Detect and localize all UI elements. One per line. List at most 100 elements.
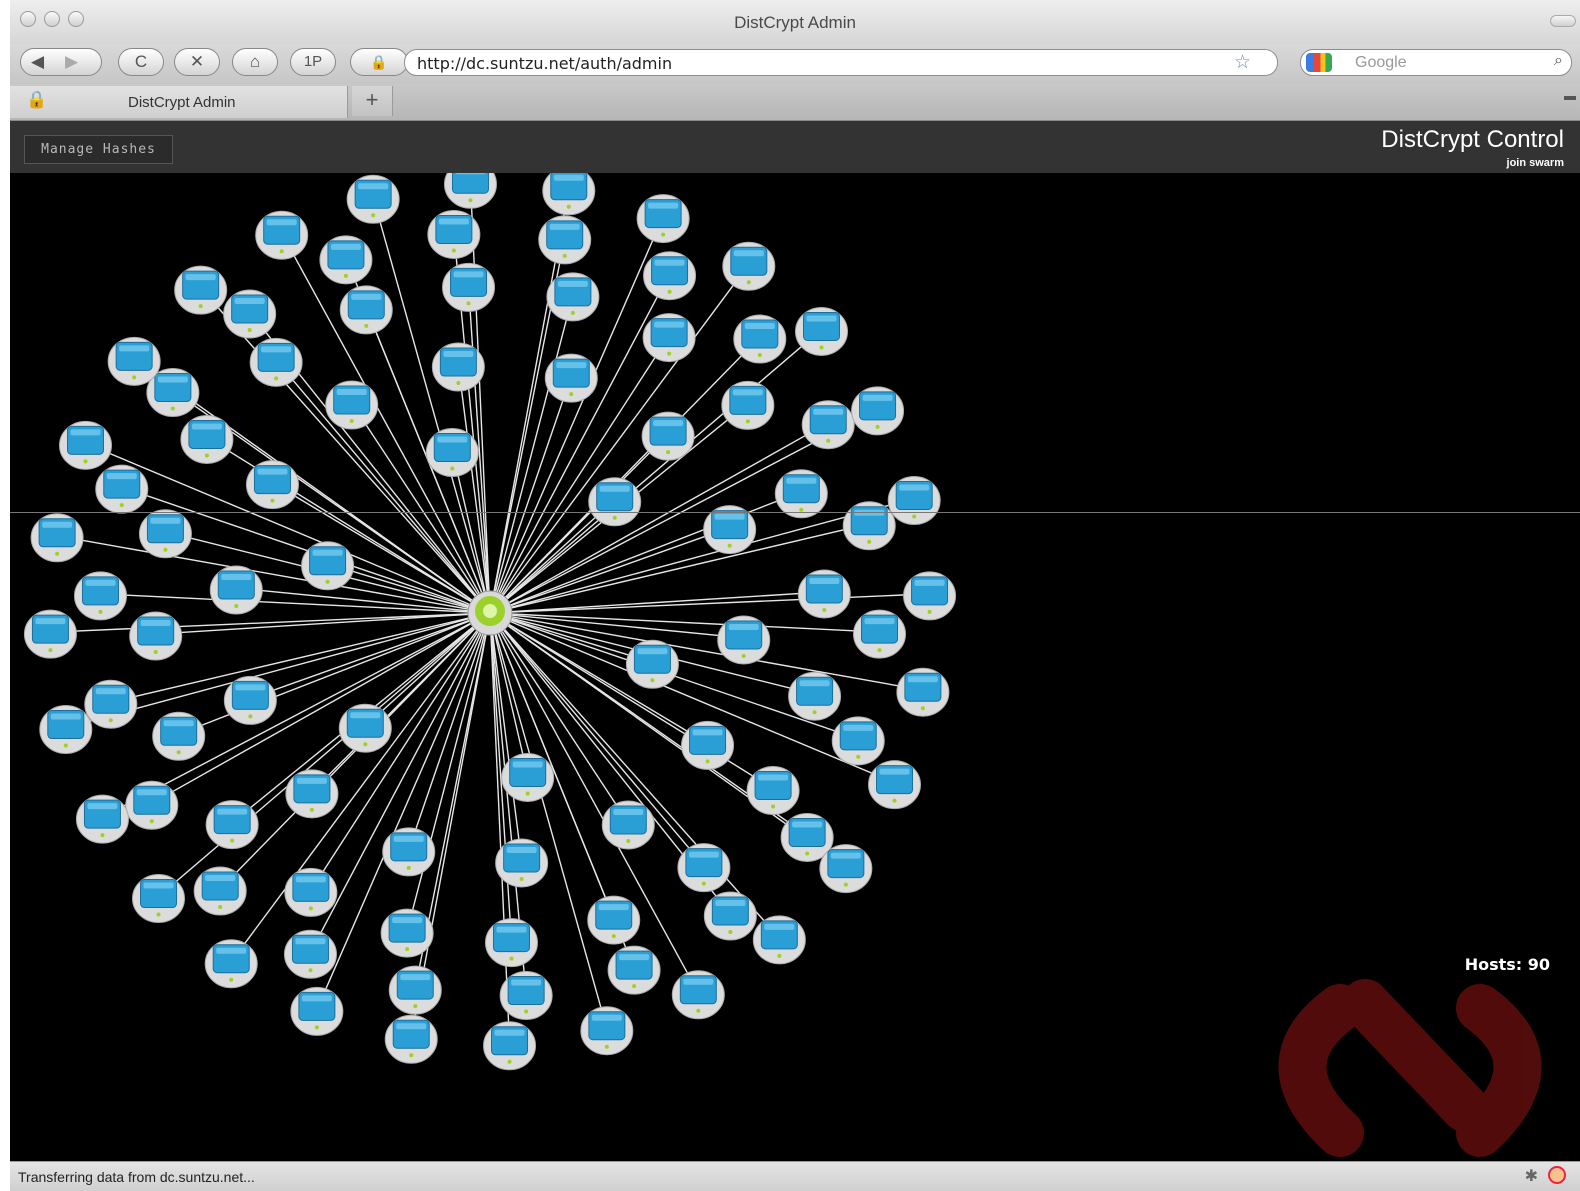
imac-computer-icon[interactable] xyxy=(346,174,400,224)
imac-computer-icon[interactable] xyxy=(681,720,735,770)
imac-computer-icon[interactable] xyxy=(205,800,259,850)
imac-computer-icon[interactable] xyxy=(284,867,338,917)
imac-computer-icon[interactable] xyxy=(887,475,941,525)
imac-computer-icon[interactable] xyxy=(223,675,277,725)
imac-computer-icon[interactable] xyxy=(703,891,757,941)
imac-computer-icon[interactable] xyxy=(431,342,485,392)
reload-button[interactable]: C xyxy=(118,48,164,76)
imac-computer-icon[interactable] xyxy=(499,971,553,1021)
imac-computer-icon[interactable] xyxy=(774,469,828,519)
imac-computer-icon[interactable] xyxy=(819,844,873,894)
imac-computer-icon[interactable] xyxy=(677,843,731,893)
imac-computer-icon[interactable] xyxy=(138,509,192,559)
imac-computer-icon[interactable] xyxy=(388,965,442,1015)
imac-computer-icon[interactable] xyxy=(587,895,641,945)
imac-computer-icon[interactable] xyxy=(794,306,848,356)
imac-computer-icon[interactable] xyxy=(851,386,905,436)
noscript-icon[interactable] xyxy=(1548,1166,1566,1184)
imac-computer-icon[interactable] xyxy=(625,639,679,689)
imac-computer-icon[interactable] xyxy=(301,541,355,591)
imac-computer-icon[interactable] xyxy=(209,565,263,615)
imac-computer-icon[interactable] xyxy=(95,464,149,514)
imac-computer-icon[interactable] xyxy=(125,780,179,830)
imac-computer-icon[interactable] xyxy=(425,428,479,478)
join-swarm-link[interactable]: join swarm xyxy=(1507,157,1564,169)
imac-computer-icon[interactable] xyxy=(483,1021,537,1071)
imac-computer-icon[interactable] xyxy=(797,569,851,619)
imac-computer-icon[interactable] xyxy=(643,251,697,301)
stop-button[interactable]: ✕ xyxy=(174,48,220,76)
imac-computer-icon[interactable] xyxy=(255,210,309,260)
toolbar-toggle-button[interactable] xyxy=(1550,15,1576,27)
search-icon[interactable]: ⌕ xyxy=(1554,52,1563,70)
imac-computer-icon[interactable] xyxy=(831,716,885,766)
imac-computer-icon[interactable] xyxy=(73,571,127,621)
imac-computer-icon[interactable] xyxy=(338,703,392,753)
imac-computer-icon[interactable] xyxy=(752,915,806,965)
imac-computer-icon[interactable] xyxy=(580,1006,634,1056)
firebug-icon[interactable]: ✱ xyxy=(1525,1166,1538,1186)
imac-computer-icon[interactable] xyxy=(290,986,344,1036)
search-placeholder[interactable]: Google xyxy=(1355,54,1407,72)
imac-computer-icon[interactable] xyxy=(443,173,497,209)
imac-computer-icon[interactable] xyxy=(495,838,549,888)
imac-computer-icon[interactable] xyxy=(641,411,695,461)
imac-computer-icon[interactable] xyxy=(75,794,129,844)
imac-computer-icon[interactable] xyxy=(671,970,725,1020)
url-bar[interactable]: http://dc.suntzu.net/auth/admin ☆ xyxy=(404,49,1278,76)
imac-computer-icon[interactable] xyxy=(501,752,555,802)
imac-computer-icon[interactable] xyxy=(384,1014,438,1064)
imac-computer-icon[interactable] xyxy=(607,945,661,995)
imac-computer-icon[interactable] xyxy=(484,918,538,968)
imac-computer-icon[interactable] xyxy=(174,265,228,315)
bookmark-star-icon[interactable]: ☆ xyxy=(1234,51,1251,74)
home-button[interactable]: ⌂ xyxy=(232,48,278,76)
search-box[interactable]: Google ⌕ xyxy=(1300,49,1572,76)
imac-computer-icon[interactable] xyxy=(868,760,922,810)
imac-computer-icon[interactable] xyxy=(152,711,206,761)
imac-computer-icon[interactable] xyxy=(788,671,842,721)
imac-computer-icon[interactable] xyxy=(319,235,373,285)
imac-computer-icon[interactable] xyxy=(538,215,592,265)
url-text[interactable]: http://dc.suntzu.net/auth/admin xyxy=(417,54,672,73)
imac-computer-icon[interactable] xyxy=(588,477,642,527)
google-engine-icon[interactable] xyxy=(1306,53,1332,72)
imac-computer-icon[interactable] xyxy=(546,272,600,322)
imac-computer-icon[interactable] xyxy=(129,611,183,661)
onepassword-button[interactable]: 1P xyxy=(290,48,336,76)
imac-computer-icon[interactable] xyxy=(107,336,161,386)
imac-computer-icon[interactable] xyxy=(245,460,299,510)
imac-computer-icon[interactable] xyxy=(249,337,303,387)
imac-computer-icon[interactable] xyxy=(193,866,247,916)
imac-computer-icon[interactable] xyxy=(23,609,77,659)
imac-computer-icon[interactable] xyxy=(39,705,93,755)
imac-computer-icon[interactable] xyxy=(58,420,112,470)
tab-distcrypt-admin[interactable]: 🔒 DistCrypt Admin xyxy=(10,86,348,118)
imac-computer-icon[interactable] xyxy=(283,929,337,979)
imac-computer-icon[interactable] xyxy=(544,353,598,403)
imac-computer-icon[interactable] xyxy=(380,908,434,958)
imac-computer-icon[interactable] xyxy=(601,800,655,850)
imac-computer-icon[interactable] xyxy=(801,400,855,450)
imac-computer-icon[interactable] xyxy=(733,314,787,364)
tab-list-icon[interactable] xyxy=(1564,96,1576,100)
imac-computer-icon[interactable] xyxy=(180,414,234,464)
imac-computer-icon[interactable] xyxy=(442,262,496,312)
site-identity-button[interactable]: 🔒 xyxy=(350,48,408,76)
forward-arrow-icon[interactable]: ▶ xyxy=(65,49,78,75)
imac-computer-icon[interactable] xyxy=(30,513,84,563)
imac-computer-icon[interactable] xyxy=(204,939,258,989)
imac-computer-icon[interactable] xyxy=(636,194,690,244)
imac-computer-icon[interactable] xyxy=(285,769,339,819)
imac-computer-icon[interactable] xyxy=(722,241,776,291)
imac-computer-icon[interactable] xyxy=(853,609,907,659)
imac-computer-icon[interactable] xyxy=(325,380,379,430)
imac-computer-icon[interactable] xyxy=(132,874,186,924)
back-arrow-icon[interactable]: ◀ xyxy=(31,49,44,75)
imac-computer-icon[interactable] xyxy=(427,209,481,259)
gear-hub-icon[interactable] xyxy=(467,590,513,636)
new-tab-button[interactable]: + xyxy=(352,86,393,116)
imac-computer-icon[interactable] xyxy=(542,173,596,216)
imac-computer-icon[interactable] xyxy=(84,679,138,729)
imac-computer-icon[interactable] xyxy=(842,501,896,551)
